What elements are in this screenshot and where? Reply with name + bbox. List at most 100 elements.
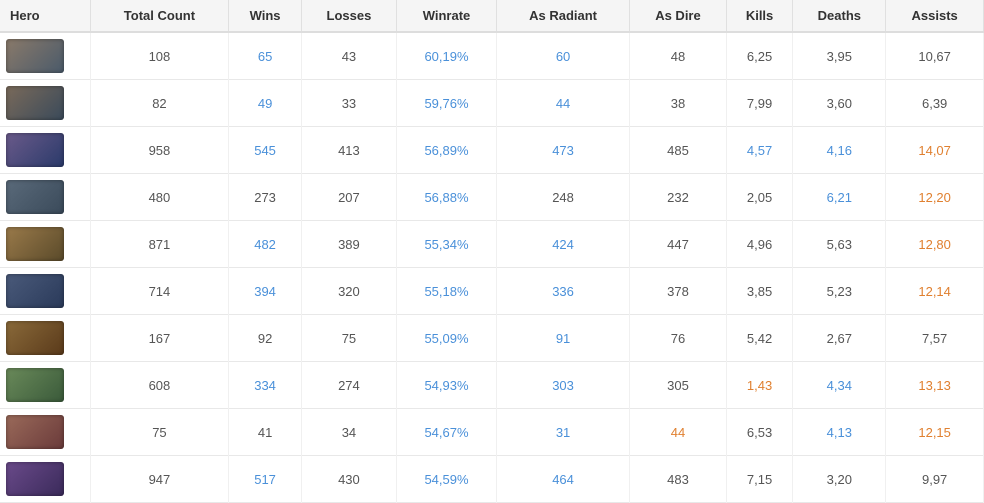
cell-deaths: 3,20 (793, 456, 886, 503)
cell-assists: 9,97 (886, 456, 984, 503)
cell-deaths: 3,95 (793, 32, 886, 80)
hero-image (6, 39, 64, 73)
table-row: 94751743054,59%4644837,153,209,97 (0, 456, 984, 503)
cell-losses: 274 (301, 362, 396, 409)
cell-losses: 389 (301, 221, 396, 268)
hero-cell[interactable] (0, 268, 90, 315)
hero-cell[interactable] (0, 32, 90, 80)
cell-dire: 76 (630, 315, 726, 362)
hero-image (6, 368, 64, 402)
cell-total: 608 (90, 362, 229, 409)
cell-wins: 545 (229, 127, 301, 174)
cell-losses: 207 (301, 174, 396, 221)
hero-image (6, 86, 64, 120)
hero-image (6, 227, 64, 261)
table-row: 167927555,09%91765,422,677,57 (0, 315, 984, 362)
cell-radiant: 91 (496, 315, 629, 362)
cell-kills: 6,53 (726, 409, 793, 456)
cell-radiant: 44 (496, 80, 629, 127)
cell-losses: 320 (301, 268, 396, 315)
hero-image (6, 274, 64, 308)
table-row: 82493359,76%44387,993,606,39 (0, 80, 984, 127)
cell-winrate: 54,67% (397, 409, 497, 456)
cell-deaths: 3,60 (793, 80, 886, 127)
cell-deaths: 4,16 (793, 127, 886, 174)
cell-dire: 447 (630, 221, 726, 268)
cell-total: 167 (90, 315, 229, 362)
cell-assists: 12,80 (886, 221, 984, 268)
hero-cell[interactable] (0, 315, 90, 362)
cell-losses: 413 (301, 127, 396, 174)
cell-kills: 7,15 (726, 456, 793, 503)
cell-kills: 6,25 (726, 32, 793, 80)
cell-dire: 305 (630, 362, 726, 409)
table-row: 75413454,67%31446,534,1312,15 (0, 409, 984, 456)
table-row: 108654360,19%60486,253,9510,67 (0, 32, 984, 80)
hero-cell[interactable] (0, 80, 90, 127)
cell-radiant: 424 (496, 221, 629, 268)
column-header-kills: Kills (726, 0, 793, 32)
cell-winrate: 54,93% (397, 362, 497, 409)
column-header-assists: Assists (886, 0, 984, 32)
cell-winrate: 59,76% (397, 80, 497, 127)
cell-wins: 92 (229, 315, 301, 362)
cell-assists: 10,67 (886, 32, 984, 80)
cell-losses: 33 (301, 80, 396, 127)
cell-wins: 273 (229, 174, 301, 221)
column-header-total-count: Total Count (90, 0, 229, 32)
cell-radiant: 303 (496, 362, 629, 409)
hero-stats-table: HeroTotal CountWinsLossesWinrateAs Radia… (0, 0, 984, 503)
cell-total: 871 (90, 221, 229, 268)
hero-image (6, 462, 64, 496)
cell-total: 958 (90, 127, 229, 174)
cell-kills: 4,96 (726, 221, 793, 268)
cell-dire: 38 (630, 80, 726, 127)
cell-radiant: 464 (496, 456, 629, 503)
cell-winrate: 54,59% (397, 456, 497, 503)
cell-wins: 41 (229, 409, 301, 456)
hero-cell[interactable] (0, 174, 90, 221)
hero-cell[interactable] (0, 409, 90, 456)
cell-dire: 485 (630, 127, 726, 174)
hero-cell[interactable] (0, 456, 90, 503)
cell-winrate: 55,18% (397, 268, 497, 315)
cell-radiant: 248 (496, 174, 629, 221)
cell-winrate: 56,89% (397, 127, 497, 174)
cell-assists: 12,20 (886, 174, 984, 221)
column-header-losses: Losses (301, 0, 396, 32)
cell-assists: 14,07 (886, 127, 984, 174)
cell-wins: 394 (229, 268, 301, 315)
hero-image (6, 415, 64, 449)
cell-assists: 12,15 (886, 409, 984, 456)
cell-assists: 12,14 (886, 268, 984, 315)
cell-deaths: 4,13 (793, 409, 886, 456)
cell-total: 480 (90, 174, 229, 221)
hero-cell[interactable] (0, 362, 90, 409)
cell-kills: 2,05 (726, 174, 793, 221)
hero-image (6, 133, 64, 167)
cell-dire: 483 (630, 456, 726, 503)
table-row: 48027320756,88%2482322,056,2112,20 (0, 174, 984, 221)
cell-winrate: 56,88% (397, 174, 497, 221)
cell-dire: 44 (630, 409, 726, 456)
cell-losses: 43 (301, 32, 396, 80)
column-header-as-dire: As Dire (630, 0, 726, 32)
cell-radiant: 473 (496, 127, 629, 174)
table-row: 87148238955,34%4244474,965,6312,80 (0, 221, 984, 268)
cell-radiant: 60 (496, 32, 629, 80)
cell-kills: 5,42 (726, 315, 793, 362)
cell-kills: 4,57 (726, 127, 793, 174)
column-header-wins: Wins (229, 0, 301, 32)
cell-dire: 232 (630, 174, 726, 221)
column-header-winrate: Winrate (397, 0, 497, 32)
hero-cell[interactable] (0, 221, 90, 268)
cell-losses: 430 (301, 456, 396, 503)
cell-wins: 65 (229, 32, 301, 80)
cell-winrate: 60,19% (397, 32, 497, 80)
cell-deaths: 2,67 (793, 315, 886, 362)
hero-cell[interactable] (0, 127, 90, 174)
cell-total: 947 (90, 456, 229, 503)
cell-losses: 34 (301, 409, 396, 456)
cell-winrate: 55,09% (397, 315, 497, 362)
cell-total: 714 (90, 268, 229, 315)
